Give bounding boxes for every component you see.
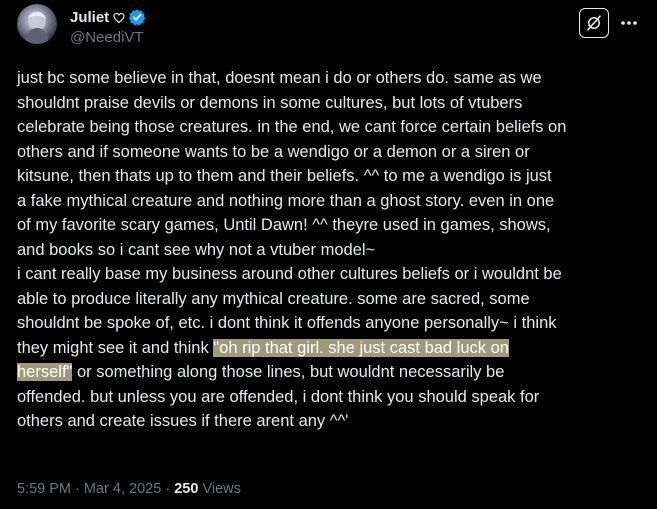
- tweet-time[interactable]: 5:59 PM: [17, 481, 71, 497]
- tweet-date[interactable]: Mar 4, 2025: [84, 481, 161, 497]
- verified-badge-icon[interactable]: [128, 8, 146, 26]
- heart-outline-icon: [113, 11, 125, 24]
- tweet-text-segment: they might see it and think: [17, 338, 214, 357]
- views-count: 250: [174, 481, 199, 497]
- tweet-meta: 5:59 PM · Mar 4, 2025 · 250 Views: [17, 481, 241, 497]
- author-display-name[interactable]: Juliet: [70, 9, 109, 26]
- tweet-text-line: kitsune, then thats up to them and their…: [17, 167, 552, 185]
- avatar-image: [25, 11, 49, 44]
- tweet-text-line: celebrate being those creatures. in the …: [17, 118, 567, 136]
- author-handle[interactable]: @NeediVT: [70, 29, 144, 46]
- tweet-text-segment: or something along those lines, but woul…: [72, 363, 505, 381]
- tweet-text-line: of my favorite scary games, Until Dawn! …: [17, 216, 551, 234]
- tweet-text-line: offended. but unless you are offended, i…: [17, 387, 540, 406]
- tweet-text-line: they might see it and think "oh rip that…: [17, 336, 641, 361]
- tweet-text: just bc some believe in that, doesnt mea…: [17, 66, 641, 434]
- grok-button[interactable]: [579, 8, 609, 38]
- tweet-text-line: able to produce literally any mythical c…: [17, 289, 530, 308]
- tweet-text-line: just bc some believe in that, doesnt mea…: [17, 69, 542, 87]
- views-label: Views: [202, 481, 241, 497]
- tweet-text-line: i cant really base my business around ot…: [17, 265, 562, 283]
- highlighted-text: "oh rip that girl. she just cast bad luc…: [213, 338, 509, 357]
- more-dots-icon: [621, 21, 637, 25]
- avatar[interactable]: [17, 4, 57, 44]
- meta-separator: ·: [75, 481, 80, 497]
- tweet-text-line: others and if someone wants to be a wend…: [17, 142, 530, 161]
- tweet-text-line: others and create issues if there arent …: [17, 412, 349, 430]
- tweet-text-line: shouldnt praise devils or demons in some…: [17, 93, 523, 112]
- meta-separator: ·: [165, 481, 171, 497]
- tweet-text-line: herself" or something along those lines,…: [17, 360, 641, 385]
- tweet-text-line: and books so i cant see why not a vtuber…: [17, 240, 376, 259]
- grok-icon: [587, 15, 601, 31]
- tweet: Juliet @NeediVT just bc some believe in …: [0, 0, 657, 509]
- author-name-row: Juliet: [70, 7, 146, 27]
- highlighted-text: herself": [17, 363, 73, 381]
- tweet-text-line: a fake mythical creature and nothing mor…: [17, 191, 555, 210]
- more-options-button[interactable]: [618, 12, 640, 34]
- tweet-text-line: shouldnt be spoke of, etc. i dont think …: [17, 314, 557, 332]
